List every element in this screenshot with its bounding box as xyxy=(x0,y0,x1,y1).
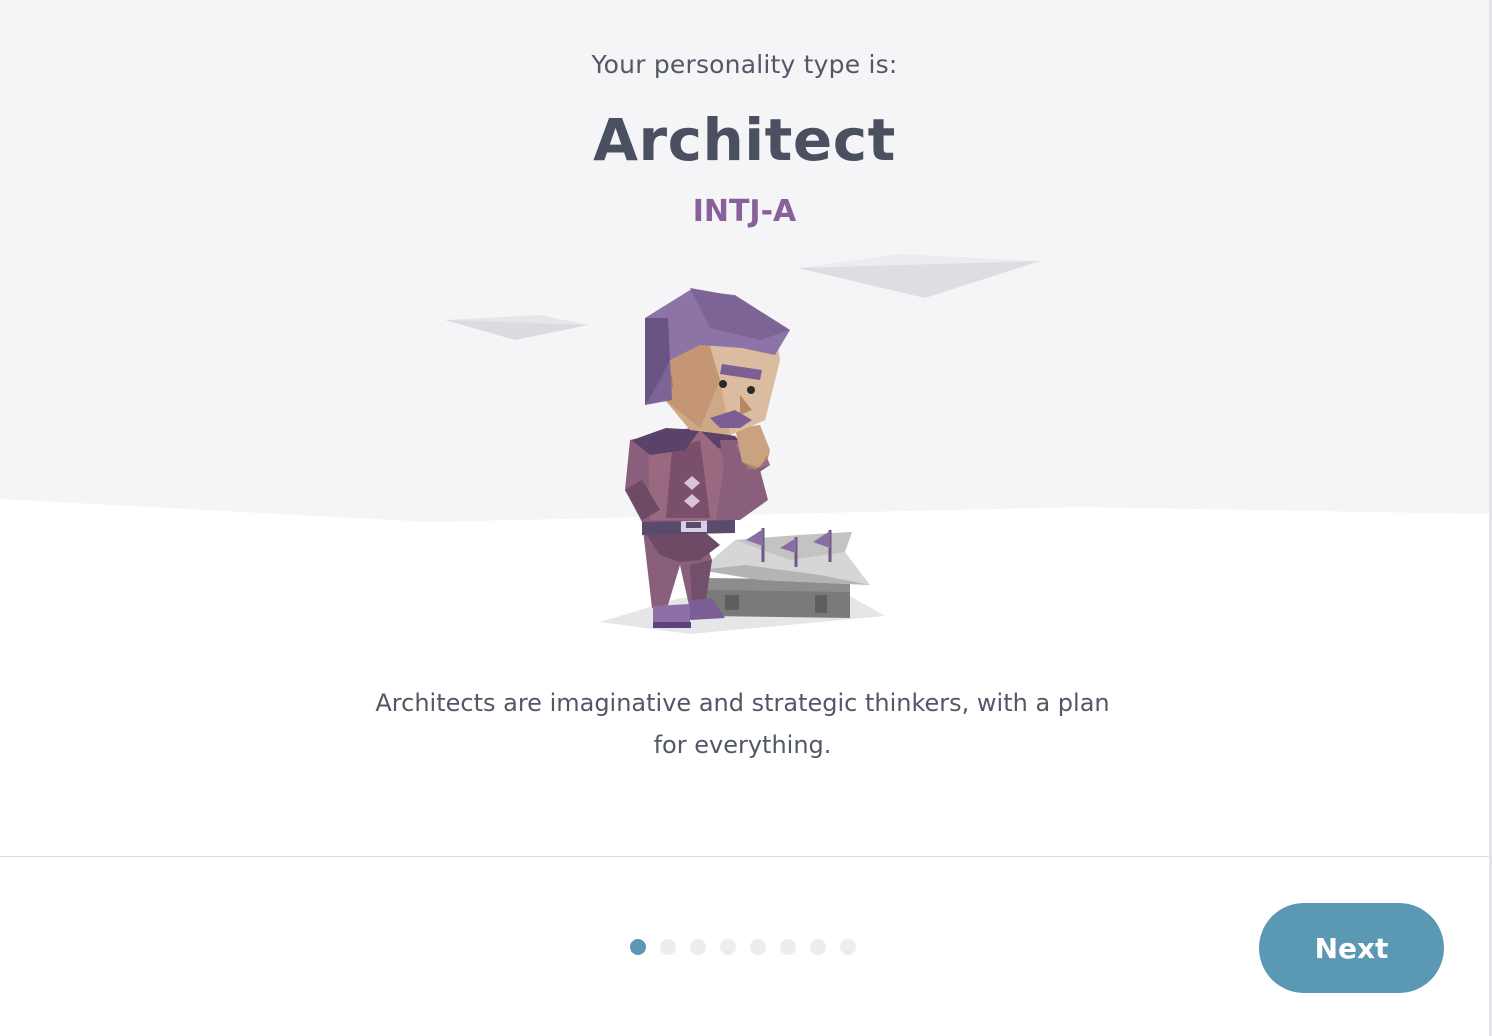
table-icon xyxy=(705,578,850,618)
architect-character-illustration xyxy=(445,254,1040,634)
personality-type-name: Architect xyxy=(593,106,896,174)
personality-description: Architects are imaginative and strategic… xyxy=(375,689,1110,759)
next-button[interactable]: Next xyxy=(1259,903,1444,993)
step-pager xyxy=(630,939,856,955)
cloud-left-icon xyxy=(445,315,588,340)
personality-result-page: Your personality type is: Architect INTJ… xyxy=(0,0,1492,1036)
pager-dot-5[interactable] xyxy=(750,939,766,955)
pager-dot-2[interactable] xyxy=(660,939,676,955)
pager-dot-8[interactable] xyxy=(840,939,856,955)
pager-dot-1[interactable] xyxy=(630,939,646,955)
pager-dot-3[interactable] xyxy=(690,939,706,955)
result-lead-text: Your personality type is: xyxy=(591,50,898,79)
footer-divider xyxy=(0,856,1489,857)
personality-type-code: INTJ-A xyxy=(692,194,797,229)
pager-dot-4[interactable] xyxy=(720,939,736,955)
cloud-right-icon xyxy=(798,254,1040,298)
map-icon xyxy=(700,532,870,585)
pager-dot-7[interactable] xyxy=(810,939,826,955)
pager-dot-6[interactable] xyxy=(780,939,796,955)
